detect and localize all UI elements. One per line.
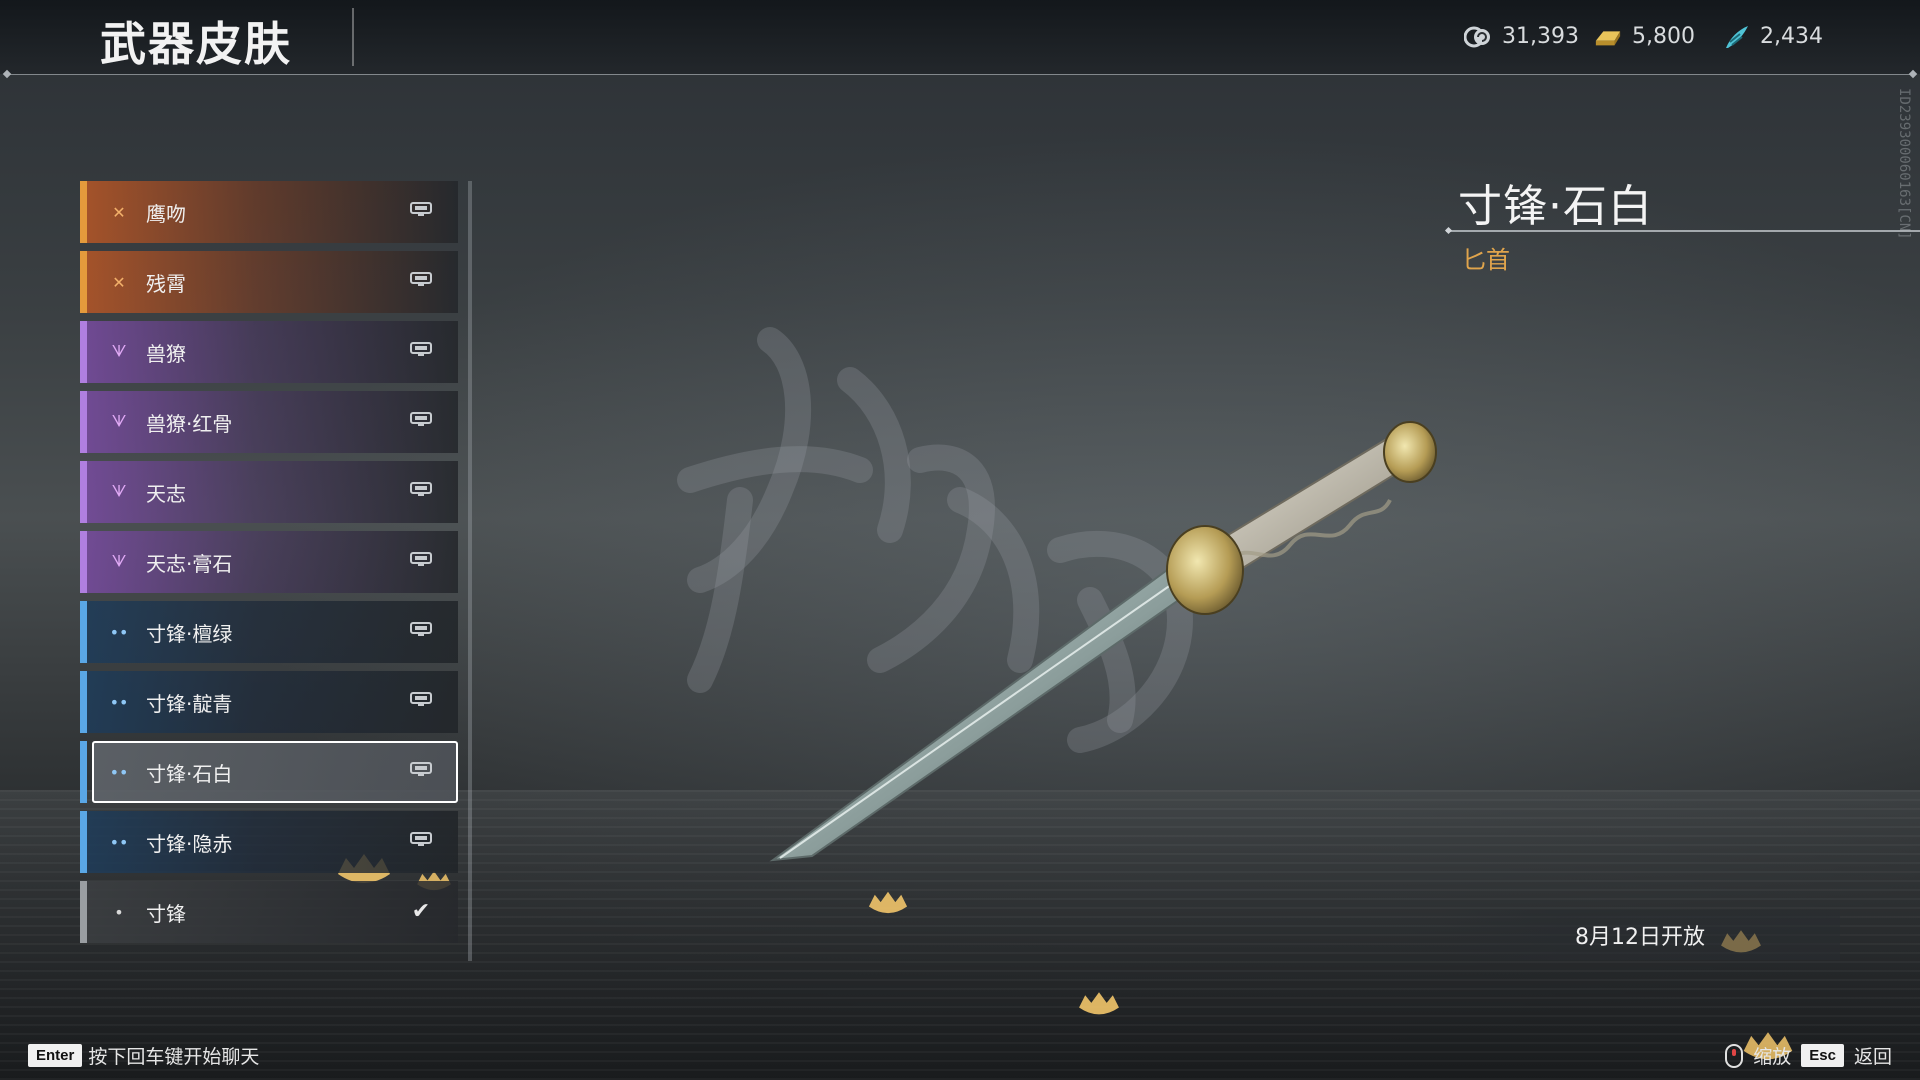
rarity-purple-icon: ᗐ: [111, 342, 127, 361]
skin-item[interactable]: ᗐ 天志: [80, 461, 458, 523]
rarity-blue-icon: ••: [109, 622, 129, 642]
currency-jade: 2,434: [1722, 24, 1823, 49]
jade-feather-icon: [1722, 25, 1750, 49]
skin-label: 兽獠·红骨: [146, 411, 233, 436]
floating-lantern: [1079, 992, 1119, 1015]
enter-key[interactable]: Enter: [28, 1044, 83, 1067]
currency-coin: 31,393: [1464, 24, 1579, 49]
control-hints: 缩放 Esc 返回: [1725, 1042, 1892, 1069]
skin-label: 寸锋·檀绿: [146, 621, 233, 646]
skin-item[interactable]: ᗐ 兽獠: [80, 321, 458, 383]
rarity-purple-icon: ᗐ: [111, 552, 127, 571]
coin-amount: 31,393: [1502, 24, 1579, 49]
rarity-purple-icon: ᗐ: [111, 412, 127, 431]
skin-item[interactable]: •• 寸锋·靛青: [80, 671, 458, 733]
skin-item-selected[interactable]: •• 寸锋·石白: [80, 741, 458, 803]
rarity-orange-icon: ✕: [112, 272, 126, 292]
skin-name: 寸锋·石白: [1458, 181, 1653, 232]
esc-key[interactable]: Esc: [1801, 1044, 1844, 1067]
detail-divider: [1446, 230, 1920, 232]
skin-item[interactable]: ᗐ 兽獠·红骨: [80, 391, 458, 453]
top-divider: [2, 69, 1918, 79]
skin-label: 寸锋·靛青: [146, 691, 233, 716]
title-separator: [352, 8, 354, 66]
lock-icon: [408, 549, 434, 571]
chat-hint-text: 按下回车键开始聊天: [88, 1046, 260, 1068]
skin-item[interactable]: ᗐ 天志·膏石: [80, 531, 458, 593]
floating-lantern: [868, 891, 908, 914]
lock-icon: [408, 689, 434, 711]
skin-label: 寸锋·石白: [146, 761, 233, 786]
list-scrollbar[interactable]: [468, 181, 472, 961]
checkmark-icon: ✔: [411, 899, 431, 924]
skin-item[interactable]: ✕ 鹰吻: [80, 181, 458, 243]
lock-icon: [408, 339, 434, 361]
rarity-purple-icon: ᗐ: [111, 482, 127, 501]
chat-hint[interactable]: Enter 按下回车键开始聊天: [28, 1042, 259, 1069]
skin-item[interactable]: •• 寸锋·隐赤: [80, 811, 458, 873]
lock-icon: [408, 759, 434, 781]
currency-gold: 5,800: [1594, 24, 1695, 49]
skin-item[interactable]: • 寸锋 ✔: [80, 881, 458, 943]
skin-label: 鹰吻: [146, 201, 186, 226]
page-title: 武器皮肤: [100, 17, 292, 71]
rarity-blue-icon: ••: [109, 692, 129, 712]
lock-icon: [408, 269, 434, 291]
rarity-blue-icon: ••: [109, 762, 129, 782]
skin-label: 寸锋·隐赤: [146, 831, 233, 856]
release-date-banner: 8月12日开放: [1440, 910, 1840, 960]
weapon-type: 匕首: [1462, 246, 1510, 274]
player-id: ID239300060163[CN]: [1896, 88, 1912, 240]
jade-amount: 2,434: [1760, 24, 1823, 49]
release-date-text: 8月12日开放: [1575, 925, 1705, 950]
mouse-scroll-icon: [1725, 1043, 1744, 1068]
skin-label: 残霄: [146, 271, 186, 296]
coin-swirl-icon: [1464, 25, 1492, 49]
skin-list: ✕ 鹰吻 ✕ 残霄 ᗐ 兽獠 ᗐ 兽獠·红骨 ᗐ 天志 ᗐ 天志·膏石 •• 寸…: [80, 181, 460, 951]
dagger-preview[interactable]: [760, 420, 1460, 880]
skin-label: 寸锋: [146, 901, 186, 926]
rarity-grey-icon: •: [114, 902, 124, 922]
zoom-hint-text[interactable]: 缩放: [1753, 1042, 1791, 1069]
gold-amount: 5,800: [1632, 24, 1695, 49]
skin-item[interactable]: •• 寸锋·檀绿: [80, 601, 458, 663]
lock-icon: [408, 619, 434, 641]
gold-ingot-icon: [1594, 25, 1622, 49]
back-hint-text[interactable]: 返回: [1854, 1042, 1892, 1069]
skin-label: 天志·膏石: [146, 551, 233, 576]
lock-icon: [408, 199, 434, 221]
skin-label: 天志: [146, 481, 186, 506]
rarity-orange-icon: ✕: [112, 202, 126, 222]
lock-icon: [408, 409, 434, 431]
skin-item[interactable]: ✕ 残霄: [80, 251, 458, 313]
skin-label: 兽獠: [146, 341, 186, 366]
rarity-blue-icon: ••: [109, 832, 129, 852]
lock-icon: [408, 829, 434, 851]
lock-icon: [408, 479, 434, 501]
